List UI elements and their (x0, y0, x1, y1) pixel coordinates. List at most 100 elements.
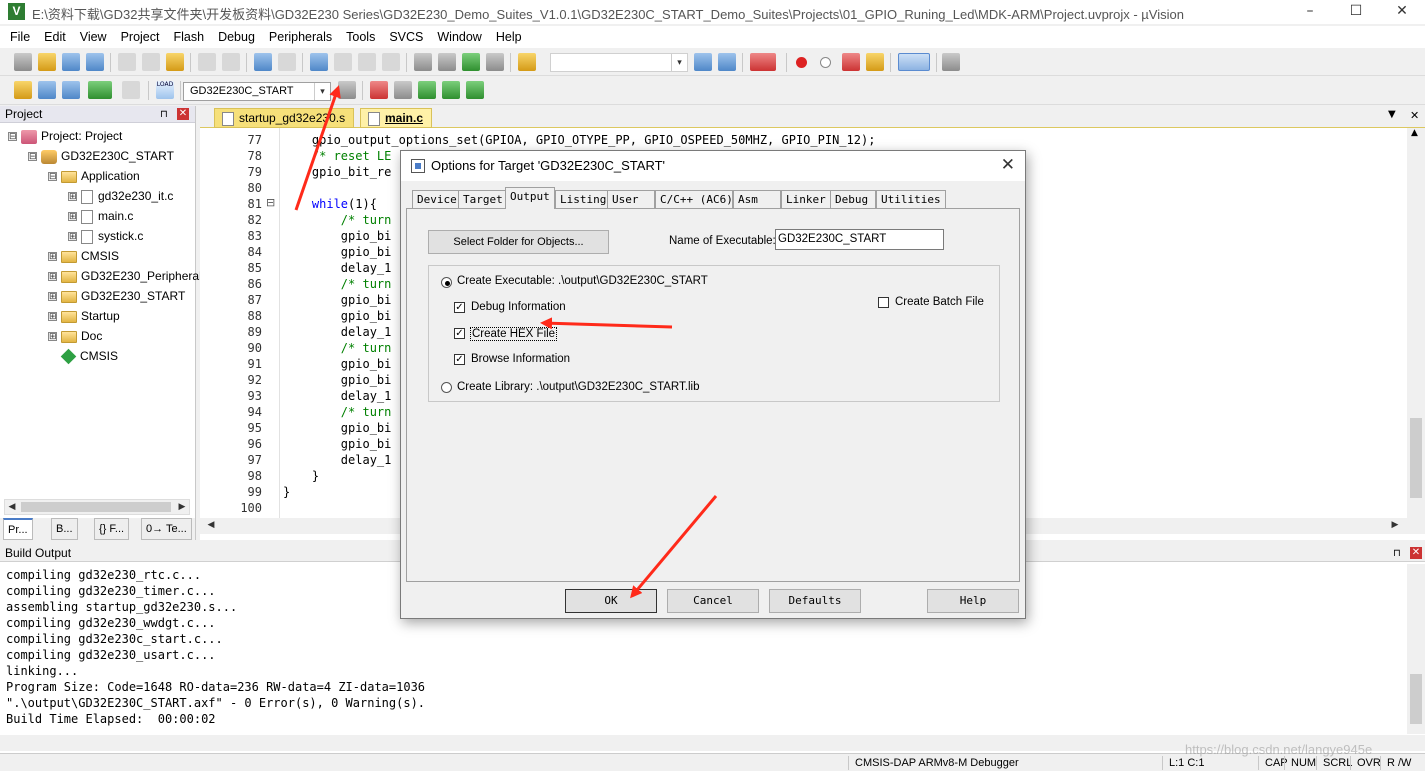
code-line[interactable]: gpio_bi (283, 228, 392, 244)
tab-device[interactable]: Device (412, 190, 462, 208)
expand-icon[interactable]: ⊞ (48, 312, 57, 322)
manage-run-time-icon[interactable] (418, 81, 436, 99)
debug-information-checkbox[interactable]: ✓ (454, 302, 465, 313)
code-line[interactable]: /* turn (283, 404, 392, 420)
uncomment-icon[interactable] (486, 53, 504, 71)
save-all-icon[interactable] (86, 53, 104, 71)
cancel-button[interactable]: Cancel (667, 589, 759, 613)
ok-button[interactable]: OK (565, 589, 657, 613)
tab-list-icon[interactable]: ▼ (1388, 109, 1396, 120)
code-line[interactable]: gpio_bi (283, 292, 392, 308)
clear-bookmarks-icon[interactable] (382, 53, 400, 71)
tree-item[interactable]: ⊞ Startup (48, 306, 120, 326)
save-icon[interactable] (62, 53, 80, 71)
tree-item[interactable]: ⊞ CMSIS (48, 246, 119, 266)
defaults-button[interactable]: Defaults (769, 589, 861, 613)
code-line[interactable]: gpio_bi (283, 420, 392, 436)
maximize-button[interactable]: ☐ (1333, 0, 1379, 24)
indent-icon[interactable] (414, 53, 432, 71)
disable-breakpoint-icon[interactable] (820, 57, 831, 68)
tree-item[interactable]: ⊞ GD32E230_START (48, 286, 185, 306)
tree-item[interactable]: ⊞ gd32e230_it.c (68, 186, 173, 206)
close-icon[interactable]: ✕ (1410, 547, 1422, 559)
batch-build-icon[interactable] (88, 81, 112, 99)
expand-icon[interactable]: ⊞ (48, 272, 57, 282)
navigate-back-icon[interactable] (254, 53, 272, 71)
chevron-down-icon[interactable]: ▾ (671, 54, 687, 71)
menu-view[interactable]: View (73, 26, 114, 48)
browse-information-checkbox[interactable]: ✓ (454, 354, 465, 365)
code-line[interactable]: delay_1 (283, 260, 392, 276)
find-in-files-icon[interactable] (518, 53, 536, 71)
expand-icon[interactable]: ⊞ (68, 232, 77, 242)
menu-debug[interactable]: Debug (211, 26, 262, 48)
cut-icon[interactable] (118, 53, 136, 71)
tab-utilities[interactable]: Utilities (876, 190, 946, 208)
build-vertical-scrollbar[interactable] (1407, 564, 1425, 734)
code-line[interactable]: } (283, 468, 319, 484)
new-file-icon[interactable] (14, 53, 32, 71)
comment-icon[interactable] (462, 53, 480, 71)
tab-startup-file[interactable]: startup_gd32e230.s (214, 108, 355, 128)
tree-item[interactable]: ⊟ GD32E230C_START (28, 146, 174, 166)
create-batch-file-checkbox[interactable] (878, 297, 889, 308)
menu-window[interactable]: Window (430, 26, 488, 48)
translate-icon[interactable] (14, 81, 32, 99)
code-line[interactable]: /* turn (283, 212, 392, 228)
tree-item[interactable]: CMSIS (48, 346, 118, 366)
code-line[interactable]: /* turn (283, 340, 392, 356)
scroll-thumb[interactable] (1410, 674, 1422, 724)
tab-templates[interactable]: 0→ Te... (141, 518, 192, 540)
unindent-icon[interactable] (438, 53, 456, 71)
tab-linker[interactable]: Linker (781, 190, 831, 208)
tree-item[interactable]: ⊞ main.c (68, 206, 133, 226)
code-line[interactable]: /* turn (283, 276, 392, 292)
code-line[interactable]: gpio_output_options_set(GPIOA, GPIO_OTYP… (283, 132, 876, 148)
close-tab-icon[interactable]: ✕ (1410, 109, 1419, 122)
rebuild-icon[interactable] (62, 81, 80, 99)
undo-icon[interactable] (198, 53, 216, 71)
scroll-left-icon[interactable]: ◀ (204, 518, 218, 532)
open-file-icon[interactable] (38, 53, 56, 71)
tab-output[interactable]: Output (505, 187, 555, 209)
code-line[interactable]: delay_1 (283, 452, 392, 468)
menu-tools[interactable]: Tools (339, 26, 382, 48)
menu-help[interactable]: Help (489, 26, 529, 48)
pin-icon[interactable]: ⊓ (1393, 545, 1401, 562)
next-bookmark-icon[interactable] (358, 53, 376, 71)
expand-icon[interactable]: ⊞ (48, 332, 57, 342)
close-icon[interactable]: ✕ (177, 108, 189, 120)
tree-item[interactable]: ⊟ Application (48, 166, 140, 186)
prev-bookmark-icon[interactable] (334, 53, 352, 71)
kill-all-breakpoints-icon[interactable] (866, 53, 884, 71)
code-line[interactable]: /* reset LE (283, 148, 391, 164)
tree-item[interactable]: ⊞ GD32E230_Peripherals (48, 266, 208, 286)
create-executable-radio[interactable] (441, 277, 452, 288)
name-of-executable-input[interactable]: GD32E230C_START (775, 229, 944, 250)
code-line[interactable]: gpio_bi (283, 308, 392, 324)
incremental-find-icon[interactable] (694, 53, 712, 71)
code-line[interactable]: gpio_bi (283, 356, 392, 372)
fold-marker-icon[interactable]: ⊟ (266, 197, 275, 209)
expand-icon[interactable]: ⊞ (68, 212, 77, 222)
expand-icon[interactable]: ⊞ (48, 252, 57, 262)
options-for-target-icon[interactable] (338, 81, 356, 99)
menu-edit[interactable]: Edit (37, 26, 73, 48)
select-packs-icon[interactable] (442, 81, 460, 99)
menu-flash[interactable]: Flash (166, 26, 211, 48)
insert-breakpoint-icon[interactable] (796, 57, 807, 68)
tab-debug[interactable]: Debug (830, 190, 876, 208)
tab-user[interactable]: User (607, 190, 655, 208)
dialog-close-icon[interactable]: ✕ (1001, 155, 1015, 175)
copy-icon[interactable] (142, 53, 160, 71)
minimize-button[interactable]: – (1287, 0, 1333, 24)
select-folder-button[interactable]: Select Folder for Objects... (428, 230, 609, 254)
create-hex-file-checkbox[interactable]: ✓ (454, 328, 465, 339)
scroll-up-icon[interactable]: ▲ (1411, 128, 1418, 138)
tree-horizontal-scrollbar[interactable]: ◀ ▶ (4, 499, 190, 515)
expand-icon[interactable]: ⊞ (48, 292, 57, 302)
tree-item[interactable]: ⊞ systick.c (68, 226, 143, 246)
paste-icon[interactable] (166, 53, 184, 71)
code-line[interactable]: delay_1 (283, 388, 392, 404)
navigate-forward-icon[interactable] (278, 53, 296, 71)
